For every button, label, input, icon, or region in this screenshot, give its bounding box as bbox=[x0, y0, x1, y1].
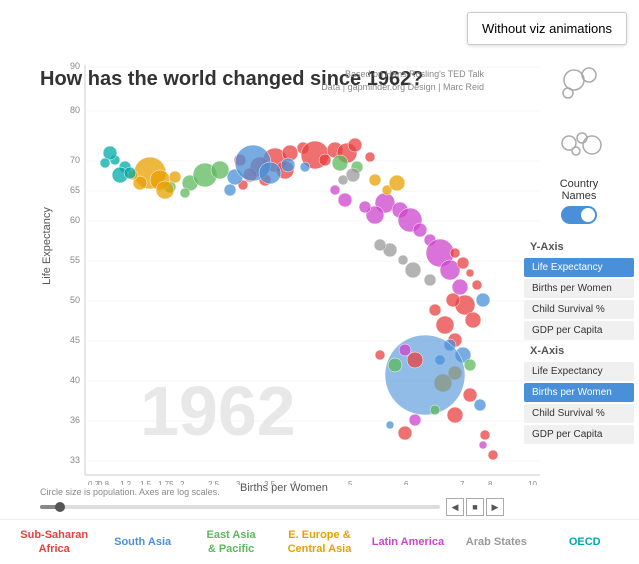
svg-text:5: 5 bbox=[348, 480, 353, 485]
y-axis-life-expectancy-btn[interactable]: Life Expectancy bbox=[524, 258, 634, 277]
svg-text:45: 45 bbox=[70, 335, 80, 345]
bottom-legend: Sub-SaharanAfrica South Asia East Asia& … bbox=[0, 519, 639, 564]
circles-icon bbox=[554, 65, 604, 110]
y-axis-child-survival-btn[interactable]: Child Survival % bbox=[524, 300, 634, 319]
without-viz-btn[interactable]: Without viz animations bbox=[467, 12, 627, 45]
svg-text:60: 60 bbox=[70, 215, 80, 225]
svg-text:2: 2 bbox=[180, 480, 185, 485]
x-axis-child-survival-btn[interactable]: Child Survival % bbox=[524, 404, 634, 423]
legend-east-asia[interactable]: East Asia& Pacific bbox=[187, 528, 275, 557]
y-axis-gdp-btn[interactable]: GDP per Capita bbox=[524, 321, 634, 340]
svg-text:33: 33 bbox=[70, 455, 80, 465]
x-axis-births-per-women-btn[interactable]: Births per Women bbox=[524, 383, 634, 402]
svg-text:40: 40 bbox=[70, 375, 80, 385]
legend-europe[interactable]: E. Europe &Central Asia bbox=[275, 528, 363, 557]
bubbles-icon bbox=[554, 123, 604, 168]
legend-latin-america[interactable]: Latin America bbox=[364, 535, 452, 549]
svg-text:1.2: 1.2 bbox=[120, 480, 132, 485]
y-axis-births-per-women-btn[interactable]: Births per Women bbox=[524, 279, 634, 298]
play-controls: ◀ ■ ▶ bbox=[446, 498, 504, 516]
prev-frame-btn[interactable]: ◀ bbox=[446, 498, 464, 516]
svg-text:1.5: 1.5 bbox=[140, 480, 152, 485]
svg-text:7: 7 bbox=[460, 480, 465, 485]
timeline-slider[interactable] bbox=[40, 505, 440, 509]
svg-text:0.8: 0.8 bbox=[98, 480, 110, 485]
next-frame-btn[interactable]: ▶ bbox=[486, 498, 504, 516]
svg-text:8: 8 bbox=[488, 480, 493, 485]
svg-text:36: 36 bbox=[70, 415, 80, 425]
svg-text:1962: 1962 bbox=[140, 372, 296, 450]
svg-text:2.5: 2.5 bbox=[208, 480, 220, 485]
svg-text:6: 6 bbox=[404, 480, 409, 485]
svg-text:55: 55 bbox=[70, 255, 80, 265]
x-axis-label: Births per Women bbox=[240, 482, 328, 494]
svg-text:65: 65 bbox=[70, 185, 80, 195]
svg-text:50: 50 bbox=[70, 295, 80, 305]
svg-text:90: 90 bbox=[70, 61, 80, 71]
svg-text:70: 70 bbox=[70, 155, 80, 165]
timeline-area: ◀ ■ ▶ bbox=[40, 495, 504, 519]
legend-oecd[interactable]: OECD bbox=[541, 535, 629, 549]
x-axis-section-label: X-Axis bbox=[524, 342, 634, 360]
svg-text:1.75: 1.75 bbox=[158, 480, 174, 485]
svg-text:80: 80 bbox=[70, 105, 80, 115]
right-panel: CountryNames Y-Axis Life Expectancy Birt… bbox=[519, 55, 639, 485]
play-pause-btn[interactable]: ■ bbox=[466, 498, 484, 516]
y-axis-section-label: Y-Axis bbox=[524, 238, 634, 256]
country-names-label: CountryNames bbox=[560, 178, 599, 202]
x-axis-life-expectancy-btn[interactable]: Life Expectancy bbox=[524, 362, 634, 381]
x-axis-gdp-btn[interactable]: GDP per Capita bbox=[524, 425, 634, 444]
chart-area: 90 80 70 65 60 55 50 45 40 36 33 0.7 0.8… bbox=[40, 55, 540, 485]
country-names-toggle[interactable] bbox=[561, 206, 597, 224]
legend-south-asia[interactable]: South Asia bbox=[98, 535, 186, 549]
legend-sub-saharan[interactable]: Sub-SaharanAfrica bbox=[10, 528, 98, 557]
legend-arab-states[interactable]: Arab States bbox=[452, 535, 540, 549]
